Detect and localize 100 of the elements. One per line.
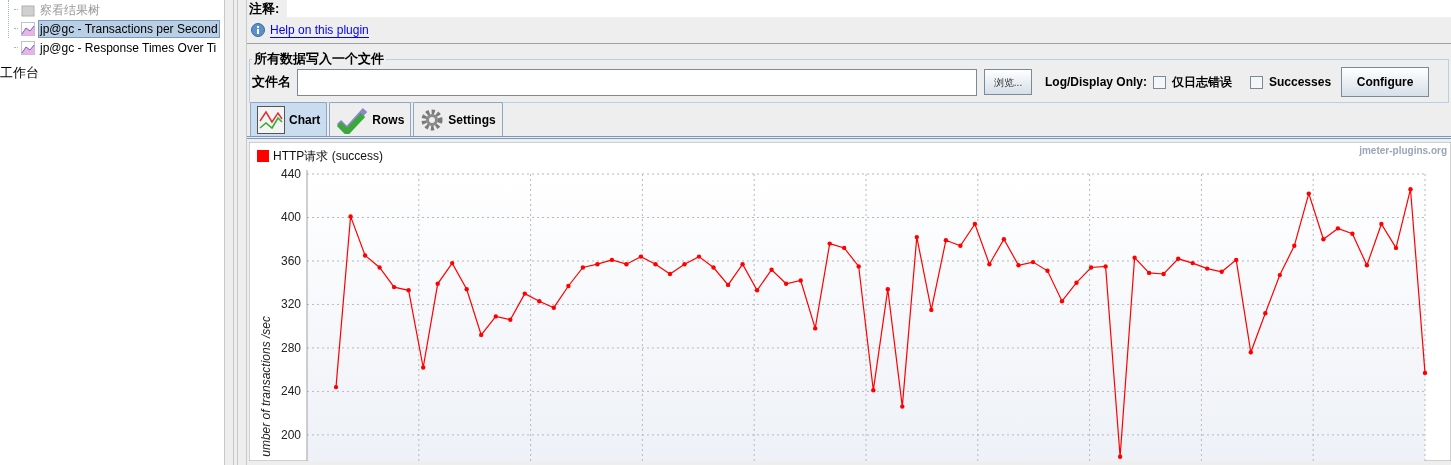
data-point bbox=[929, 307, 934, 313]
data-point bbox=[1205, 266, 1210, 271]
log-display-label: Log/Display Only: bbox=[1045, 74, 1147, 91]
data-point bbox=[914, 234, 919, 240]
data-point bbox=[711, 265, 716, 270]
data-point bbox=[972, 221, 978, 227]
report-icon bbox=[21, 2, 35, 17]
data-point bbox=[1074, 280, 1079, 285]
y-tick-label: 280 bbox=[280, 340, 301, 355]
data-point bbox=[1001, 237, 1007, 242]
data-point bbox=[1263, 311, 1268, 316]
data-point bbox=[508, 317, 513, 322]
data-point bbox=[609, 257, 615, 263]
tab[interactable]: Settings bbox=[413, 102, 503, 136]
data-point bbox=[624, 262, 629, 267]
data-point bbox=[1306, 191, 1311, 196]
tab[interactable]: Rows bbox=[329, 102, 412, 136]
graph-icon bbox=[21, 40, 35, 55]
data-point bbox=[522, 291, 527, 296]
tab[interactable]: Chart bbox=[250, 102, 328, 136]
data-point bbox=[987, 262, 992, 267]
data-point bbox=[479, 332, 484, 338]
data-point bbox=[696, 254, 702, 259]
data-point bbox=[885, 287, 890, 292]
data-point bbox=[842, 245, 847, 251]
data-point bbox=[377, 265, 382, 270]
data-point bbox=[754, 288, 760, 293]
y-tick-label: 320 bbox=[280, 297, 301, 312]
data-point bbox=[1146, 270, 1152, 276]
help-link[interactable]: Help on this plugin bbox=[270, 22, 369, 38]
filename-field[interactable] bbox=[297, 68, 977, 96]
data-point bbox=[406, 288, 411, 293]
tree-item[interactable]: jp@gc - Response Times Over Ti bbox=[38, 38, 219, 57]
info-icon bbox=[251, 23, 265, 37]
data-point bbox=[595, 262, 600, 267]
data-point bbox=[537, 299, 542, 304]
data-point bbox=[1350, 231, 1355, 236]
data-point bbox=[740, 262, 745, 267]
data-point bbox=[1393, 245, 1399, 251]
data-point bbox=[798, 278, 803, 283]
data-point bbox=[1379, 221, 1384, 227]
data-point bbox=[421, 365, 426, 370]
data-point bbox=[1248, 350, 1253, 355]
comment-label: 注释: bbox=[249, 0, 281, 18]
y-axis-title: umber of transactions /sec bbox=[259, 316, 273, 457]
data-point bbox=[1422, 370, 1428, 376]
data-point bbox=[1132, 255, 1137, 260]
filename-label: 文件名 bbox=[252, 73, 291, 92]
data-point bbox=[580, 265, 586, 270]
data-point bbox=[769, 267, 774, 272]
data-point bbox=[1117, 454, 1123, 459]
checkmark-icon bbox=[336, 105, 369, 134]
data-point bbox=[958, 243, 963, 248]
data-point bbox=[1219, 269, 1224, 274]
data-point bbox=[1176, 256, 1181, 261]
data-point bbox=[783, 281, 789, 286]
checkbox[interactable] bbox=[1153, 75, 1166, 89]
data-point bbox=[1335, 226, 1341, 231]
data-point bbox=[813, 326, 818, 331]
data-point bbox=[1030, 259, 1036, 265]
data-point bbox=[900, 404, 905, 409]
data-point bbox=[566, 283, 571, 289]
data-point bbox=[450, 260, 455, 266]
data-point bbox=[827, 241, 832, 246]
data-point bbox=[1408, 187, 1413, 192]
data-point bbox=[1292, 243, 1297, 248]
data-point bbox=[871, 388, 876, 393]
data-point bbox=[464, 287, 469, 292]
checkbox[interactable] bbox=[1250, 75, 1263, 89]
y-tick-label: 440 bbox=[280, 167, 301, 181]
data-point bbox=[1045, 268, 1050, 273]
graph-icon bbox=[21, 21, 35, 36]
y-tick-label: 360 bbox=[280, 253, 301, 268]
data-point bbox=[1364, 263, 1370, 268]
data-point bbox=[1277, 272, 1282, 278]
data-point bbox=[856, 264, 861, 269]
data-point bbox=[1234, 257, 1239, 263]
legend-label: HTTP请求 (success) bbox=[273, 149, 383, 163]
data-point bbox=[682, 262, 687, 267]
watermark-text: jmeter-plugins.org bbox=[1359, 145, 1447, 156]
data-point bbox=[551, 305, 556, 310]
data-point bbox=[1088, 265, 1094, 270]
data-point bbox=[653, 262, 658, 267]
data-point bbox=[348, 214, 353, 219]
group-title: 所有数据写入一个文件 bbox=[253, 52, 385, 66]
data-point bbox=[1190, 260, 1195, 266]
browse-button[interactable]: 浏览... bbox=[984, 69, 1032, 95]
data-point bbox=[435, 281, 440, 286]
tree-item[interactable]: 工作台 bbox=[0, 65, 224, 81]
data-point bbox=[1321, 237, 1326, 242]
line-chart-icon bbox=[257, 105, 285, 134]
configure-button[interactable]: Configure bbox=[1341, 67, 1430, 97]
data-point bbox=[1161, 271, 1166, 277]
checkbox-label: Successes bbox=[1269, 74, 1332, 91]
data-point bbox=[725, 282, 731, 288]
data-point bbox=[1103, 264, 1108, 269]
data-point bbox=[493, 314, 498, 319]
y-tick-label: 200 bbox=[280, 427, 301, 442]
tree-item[interactable]: jp@gc - Transactions per Second bbox=[38, 19, 220, 38]
y-tick-label: 400 bbox=[280, 210, 301, 225]
